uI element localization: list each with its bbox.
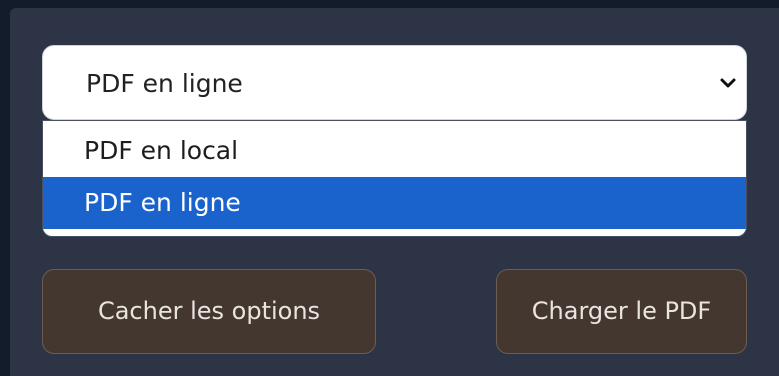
hide-options-button[interactable]: Cacher les options [42, 269, 376, 354]
chevron-down-icon [720, 78, 736, 88]
pdf-source-dropdown-list: PDF en local PDF en ligne [42, 120, 747, 237]
select-current-value: PDF en ligne [86, 69, 243, 98]
option-pdf-local[interactable]: PDF en local [43, 125, 746, 177]
pdf-source-select[interactable]: PDF en ligne [42, 45, 747, 120]
window-background: PDF en ligne PDF en local PDF en ligne C… [0, 0, 779, 376]
option-pdf-online[interactable]: PDF en ligne [43, 177, 746, 229]
load-pdf-button[interactable]: Charger le PDF [496, 269, 747, 354]
